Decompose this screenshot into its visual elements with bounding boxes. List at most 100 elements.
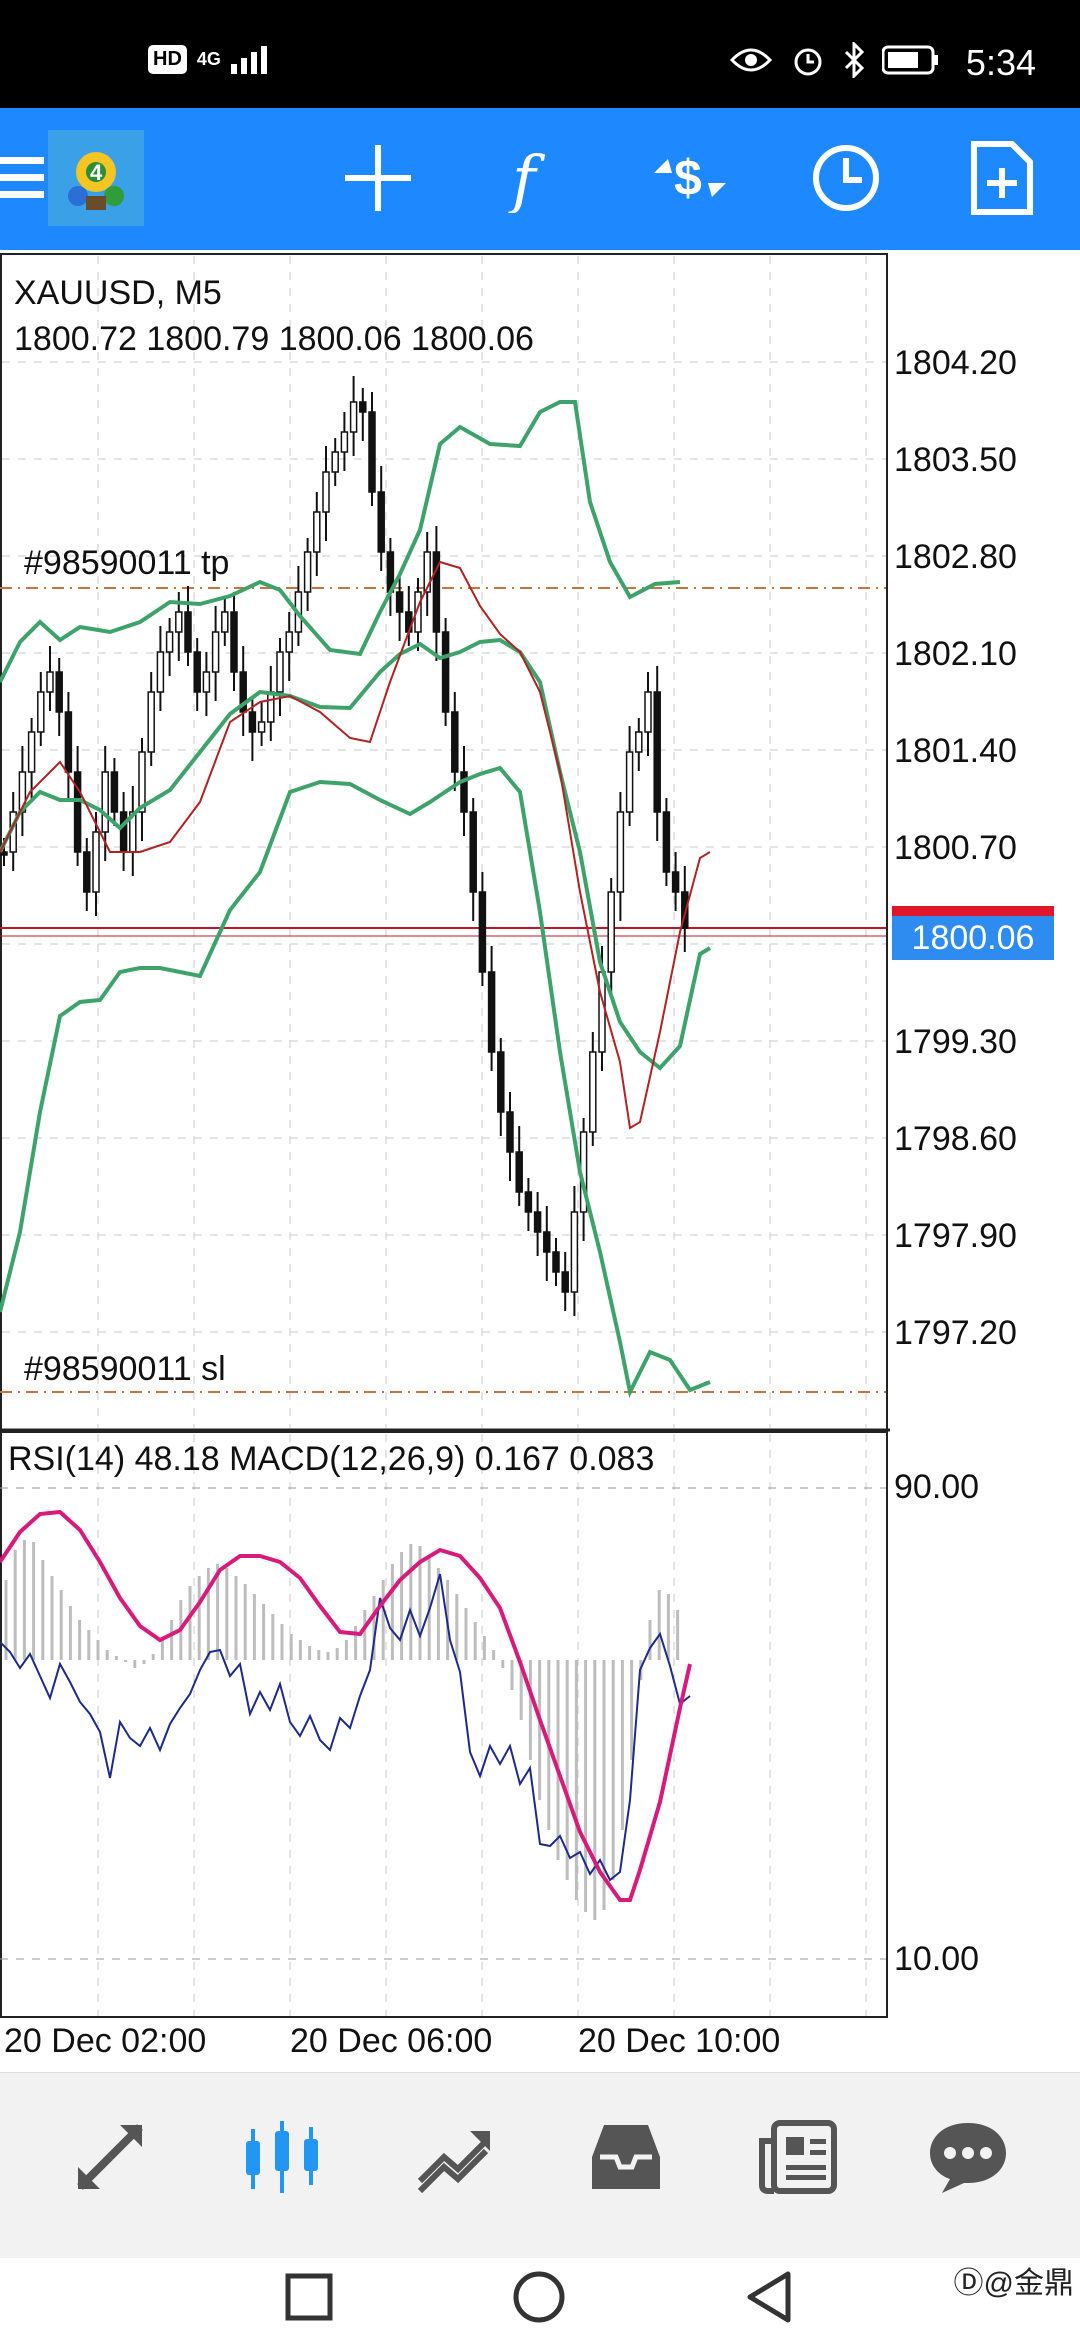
signal-icon — [230, 46, 267, 74]
candle-body — [101, 771, 109, 833]
candle-body — [359, 401, 367, 413]
alarm-icon — [794, 48, 822, 76]
clock: 5:34 — [965, 42, 1036, 83]
candle-body — [625, 751, 634, 813]
price-axis-label: 1799.30 — [894, 1023, 1017, 1061]
candle-body — [175, 611, 183, 633]
price-axis-label: 1797.90 — [894, 1217, 1017, 1255]
candle-body — [368, 411, 376, 493]
candle-body — [313, 511, 321, 553]
candle-body — [46, 671, 54, 693]
candle-body — [543, 1231, 551, 1253]
candle-body — [570, 1211, 579, 1293]
indicators-icon[interactable]: f — [488, 132, 580, 224]
current-price-tag: 1800.06 — [892, 916, 1054, 960]
candle-body — [478, 891, 487, 973]
time-axis-label: 20 Dec 02:00 — [4, 2022, 207, 2060]
indicator-axis-label: 90.00 — [894, 1468, 980, 1506]
candle-body — [156, 651, 165, 693]
candle-body — [331, 451, 339, 473]
price-axis-label: 1798.60 — [894, 1120, 1017, 1158]
price-axis-label: 1803.50 — [894, 441, 1017, 479]
candle-body — [506, 1111, 514, 1153]
chart-icon[interactable] — [232, 2107, 332, 2207]
stop-loss-label[interactable]: #98590011 sl — [24, 1350, 226, 1389]
candle-body — [487, 971, 496, 1053]
back-button[interactable] — [744, 2270, 794, 2324]
take-profit-label[interactable]: #98590011 tp — [24, 544, 229, 583]
candle-body — [267, 691, 275, 723]
battery-icon — [882, 45, 938, 75]
candle-body — [55, 671, 63, 713]
candle-body — [193, 651, 201, 693]
candle-body — [533, 1211, 542, 1233]
time-axis-label: 20 Dec 06:00 — [290, 2022, 493, 2060]
candle-body — [552, 1251, 560, 1273]
candle-body — [607, 891, 615, 973]
candle-body — [211, 631, 220, 673]
timeframe-icon[interactable] — [800, 132, 892, 224]
candle-body — [257, 721, 266, 733]
bid-price-marker — [892, 906, 1054, 916]
mt4-logo-icon[interactable]: 4 — [48, 130, 144, 226]
trade-icon[interactable]: $ — [644, 132, 736, 224]
price-axis-label: 1801.40 — [894, 732, 1017, 770]
time-axis-label: 20 Dec 10:00 — [578, 2022, 781, 2060]
svg-text:4: 4 — [90, 160, 103, 185]
candle-body — [340, 431, 349, 453]
indicator-axis-label: 10.00 — [894, 1940, 980, 1978]
candle-body — [524, 1191, 533, 1213]
price-chart[interactable] — [0, 252, 1080, 2072]
symbol-label: XAUUSD, M5 — [14, 274, 222, 312]
svg-text:$: $ — [674, 150, 702, 206]
candle-body — [441, 631, 450, 713]
candle-body — [653, 691, 661, 813]
candle-body — [138, 751, 146, 813]
bollinger-lower — [0, 765, 711, 1399]
candle-body — [83, 851, 91, 893]
candle-body — [165, 631, 174, 653]
candle-body — [147, 691, 155, 753]
candle-body — [395, 591, 404, 613]
chat-icon[interactable] — [918, 2107, 1018, 2207]
price-axis-label: 1802.80 — [894, 538, 1017, 576]
candle-body — [119, 811, 128, 853]
ohlc-values: 1800.72 1800.79 1800.06 1800.06 — [14, 320, 534, 358]
candle-body — [64, 711, 73, 773]
watermark: Ⓓ@金鼎 — [953, 2267, 1074, 2300]
candle-body — [92, 831, 100, 893]
candle-body — [671, 871, 680, 893]
price-axis-label: 1797.20 — [894, 1314, 1017, 1352]
crosshair-icon[interactable] — [332, 132, 424, 224]
price-axis-label: 1800.70 — [894, 829, 1017, 867]
candle-body — [662, 811, 671, 873]
recents-button[interactable] — [284, 2272, 334, 2322]
candle-body — [349, 401, 358, 433]
candle-body — [644, 691, 652, 733]
candle-body — [598, 971, 606, 1053]
eye-icon — [730, 48, 772, 72]
quotes-icon[interactable] — [60, 2107, 160, 2207]
candle-body — [589, 1051, 597, 1133]
trade-nav-icon[interactable] — [404, 2107, 504, 2207]
candle-body — [322, 471, 330, 513]
candle-body — [221, 611, 229, 633]
hd-badge: HD — [148, 44, 187, 74]
candle-body — [635, 731, 643, 753]
candle-body — [202, 671, 211, 693]
candle-body — [37, 691, 45, 733]
chart-area[interactable]: XAUUSD, M5 1800.72 1800.79 1800.06 1800.… — [0, 252, 1080, 2072]
candle-body — [303, 551, 312, 593]
candle-body — [276, 651, 284, 693]
news-icon[interactable] — [748, 2107, 848, 2207]
price-axis-label: 1802.10 — [894, 635, 1017, 673]
candle-body — [248, 711, 257, 733]
svg-text:f: f — [508, 143, 546, 213]
home-button[interactable] — [512, 2270, 566, 2324]
candle-body — [110, 771, 119, 813]
price-axis-label: 1804.20 — [894, 344, 1017, 382]
candle-body — [285, 631, 293, 653]
new-order-icon[interactable] — [956, 132, 1048, 224]
history-icon[interactable] — [576, 2107, 676, 2207]
candle-body — [230, 611, 238, 673]
